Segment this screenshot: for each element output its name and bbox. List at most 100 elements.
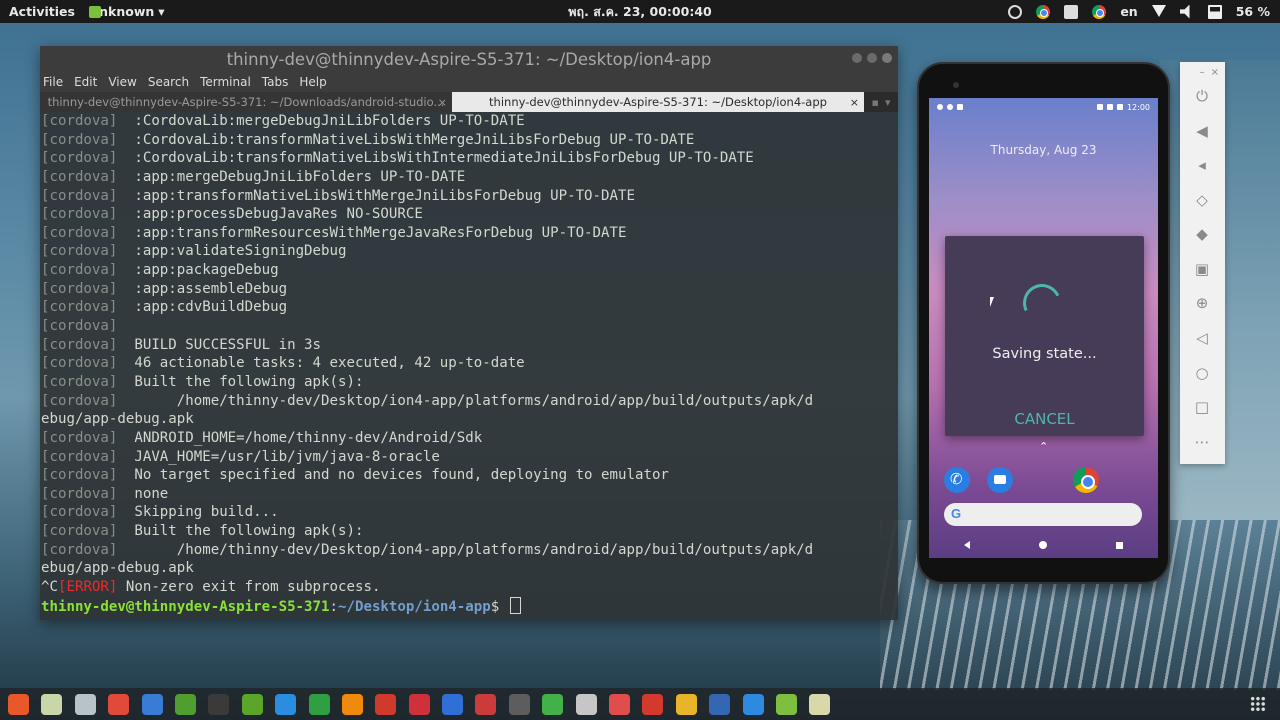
home-icon[interactable]: ○: [1192, 363, 1212, 383]
google-search-bar[interactable]: G: [944, 503, 1142, 526]
app-menu[interactable]: Unknown ▾: [88, 4, 165, 19]
app-drawer-chevron-icon[interactable]: ⌃: [1039, 440, 1048, 453]
dock-app-icon[interactable]: [141, 693, 163, 715]
tab-label: thinny-dev@thinnydev-Aspire-S5-371: ~/Do…: [47, 95, 445, 109]
close-button[interactable]: [882, 53, 892, 63]
rotate-right-icon[interactable]: ◆: [1192, 224, 1212, 244]
volume-down-icon[interactable]: ◂: [1192, 155, 1212, 175]
wifi-icon[interactable]: [1151, 4, 1166, 19]
terminal-line-text: Built the following apk(s):: [117, 523, 364, 540]
home-dock: [929, 467, 1158, 497]
dock-app-icon[interactable]: [642, 693, 664, 715]
tab-downloads[interactable]: thinny-dev@thinnydev-Aspire-S5-371: ~/Do…: [40, 92, 452, 112]
dock-app-icon[interactable]: [775, 693, 797, 715]
activities-button[interactable]: Activities: [9, 4, 75, 19]
dock-app-icon[interactable]: [308, 693, 330, 715]
dock-app-icon[interactable]: [341, 693, 363, 715]
shell-prompt[interactable]: thinny-dev@thinnydev-Aspire-S5-371:~/Des…: [41, 596, 898, 616]
dock-app-icon[interactable]: [408, 693, 430, 715]
recents-nav-icon[interactable]: [1116, 541, 1124, 549]
volume-icon[interactable]: [1179, 4, 1190, 19]
error-line: ^C[ERROR] Non-zero exit from subprocess.: [41, 578, 898, 597]
chrome-tray-icon-2[interactable]: [1092, 4, 1107, 19]
cordova-prefix: [cordova]: [41, 392, 118, 409]
volume-up-icon[interactable]: ◀: [1192, 121, 1212, 141]
minimize-button[interactable]: [852, 53, 862, 63]
dock-app-icon[interactable]: [542, 693, 564, 715]
chrome-app-icon[interactable]: [1073, 467, 1099, 493]
tab-actions: ▪ ▾: [864, 92, 898, 112]
menu-help[interactable]: Help: [299, 75, 326, 89]
tab-close-icon[interactable]: ×: [438, 96, 447, 109]
home-nav-icon[interactable]: [1038, 541, 1047, 549]
emulator-minimize-icon[interactable]: –: [1200, 67, 1205, 78]
terminal-output[interactable]: [cordova] :CordovaLib:mergeDebugJniLibFo…: [40, 112, 898, 620]
emulator-close-icon[interactable]: ×: [1211, 67, 1219, 78]
dock-app-icon[interactable]: [475, 693, 497, 715]
camera-tray-icon[interactable]: [1064, 4, 1079, 19]
dock-app-icon[interactable]: [375, 693, 397, 715]
emulator-screen[interactable]: 12:00 Thursday, Aug 23 Saving state... C…: [929, 98, 1158, 558]
terminal-line: [cordova] :CordovaLib:transformNativeLib…: [41, 149, 898, 168]
language-indicator[interactable]: en: [1120, 4, 1137, 19]
dock-app-icon[interactable]: [709, 693, 731, 715]
rotate-left-icon[interactable]: ◇: [1192, 190, 1212, 210]
menu-search[interactable]: Search: [148, 75, 189, 89]
more-icon[interactable]: ⋯: [1192, 432, 1212, 452]
terminal-line-text: 46 actionable tasks: 4 executed, 42 up-t…: [117, 355, 525, 372]
cordova-prefix: [cordova]: [41, 262, 118, 279]
new-tab-icon[interactable]: ▪: [872, 96, 879, 109]
cancel-button[interactable]: CANCEL: [945, 410, 1144, 428]
phone-app-icon[interactable]: [944, 467, 970, 493]
cordova-prefix: [cordova]: [41, 485, 118, 502]
terminal-line: [cordova] :app:mergeDebugJniLibFolders U…: [41, 168, 898, 187]
menu-terminal[interactable]: Terminal: [200, 75, 251, 89]
chrome-tray-icon[interactable]: [1036, 4, 1051, 19]
camera-icon[interactable]: ▣: [1192, 259, 1212, 279]
show-applications-icon[interactable]: [1250, 696, 1266, 712]
cordova-prefix: [cordova]: [41, 504, 118, 521]
terminal-titlebar[interactable]: thinny-dev@thinnydev-Aspire-S5-371: ~/De…: [40, 46, 898, 72]
terminal-window[interactable]: thinny-dev@thinnydev-Aspire-S5-371: ~/De…: [40, 46, 898, 620]
dock-app-icon[interactable]: [809, 693, 831, 715]
dock-app-icon[interactable]: [609, 693, 631, 715]
dock-app-icon[interactable]: [442, 693, 464, 715]
dock-app-icon[interactable]: [174, 693, 196, 715]
dock-app-icon[interactable]: [275, 693, 297, 715]
overview-icon[interactable]: □: [1192, 397, 1212, 417]
terminal-line-text: :app:transformNativeLibsWithMergeJniLibs…: [117, 187, 635, 204]
tab-list-icon[interactable]: ▾: [885, 96, 891, 109]
accessibility-icon[interactable]: [1008, 4, 1023, 19]
terminal-line: [cordova] 46 actionable tasks: 4 execute…: [41, 354, 898, 373]
back-nav-icon[interactable]: [963, 541, 970, 549]
power-icon[interactable]: ⏻: [1192, 86, 1212, 106]
menu-file[interactable]: File: [43, 75, 63, 89]
sdcard-status-icon: [957, 104, 963, 110]
tab-ion4-app[interactable]: thinny-dev@thinnydev-Aspire-S5-371: ~/De…: [452, 92, 864, 112]
battery-icon[interactable]: [1207, 4, 1222, 19]
cordova-prefix: [cordova]: [41, 206, 118, 223]
dock-app-icon[interactable]: [508, 693, 530, 715]
messages-app-icon[interactable]: [987, 467, 1013, 493]
terminal-line: [cordova] /home/thinny-dev/Desktop/ion4-…: [41, 392, 898, 411]
zoom-icon[interactable]: ⊕: [1192, 293, 1212, 313]
cordova-prefix: [cordova]: [41, 467, 118, 484]
dock-app-icon[interactable]: [41, 693, 63, 715]
dock-app-icon[interactable]: [675, 693, 697, 715]
dock-app-icon[interactable]: [108, 693, 130, 715]
back-icon[interactable]: ◁: [1192, 328, 1212, 348]
dock-app-icon[interactable]: [575, 693, 597, 715]
menu-tabs[interactable]: Tabs: [262, 75, 289, 89]
prompt-user: thinny-dev@thinnydev-Aspire-S5-371: [41, 598, 330, 615]
prompt-symbol: $: [490, 598, 508, 615]
cordova-prefix: [cordova]: [41, 336, 118, 353]
dock-app-icon[interactable]: [8, 693, 29, 715]
tab-close-icon[interactable]: ×: [850, 96, 859, 109]
dock-app-icon[interactable]: [208, 693, 230, 715]
dock-app-icon[interactable]: [241, 693, 263, 715]
menu-edit[interactable]: Edit: [74, 75, 97, 89]
maximize-button[interactable]: [867, 53, 877, 63]
menu-view[interactable]: View: [108, 75, 136, 89]
dock-app-icon[interactable]: [742, 693, 764, 715]
dock-app-icon[interactable]: [74, 693, 96, 715]
